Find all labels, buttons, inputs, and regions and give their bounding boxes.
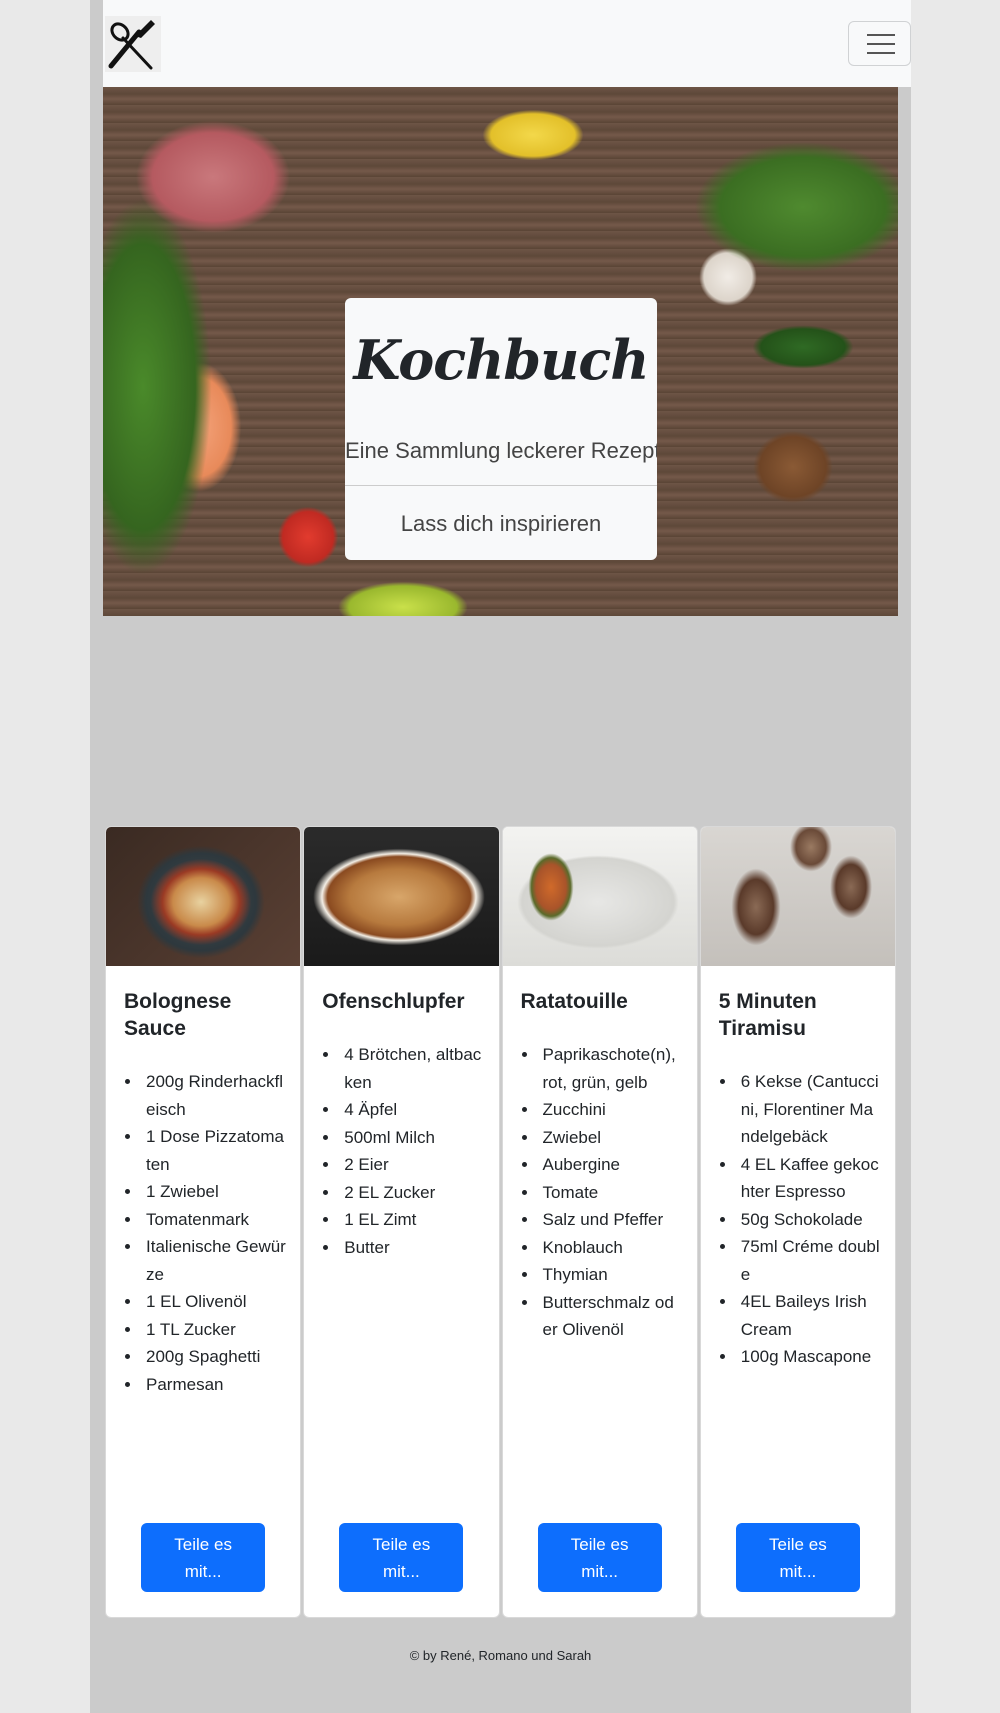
- navbar: [103, 0, 911, 87]
- recipe-title: Ofenschlupfer: [322, 990, 465, 1013]
- ingredient-item: 1 EL Zimt: [340, 1206, 484, 1234]
- recipe-image-ratatouille: [502, 827, 697, 966]
- ingredient-item: 1 Dose Pizzatomaten: [142, 1123, 286, 1178]
- hamburger-menu-icon: [867, 34, 895, 36]
- knife-spoon-logo-icon[interactable]: [105, 16, 161, 72]
- recipe-title: Ratatouille: [520, 990, 628, 1013]
- ingredient-item: Zucchini: [539, 1096, 683, 1124]
- hero-subtitle: Eine Sammlung leckerer Rezepte: [345, 438, 657, 463]
- ingredient-item: 6 Kekse (Cantuccini, Florentiner Mandelg…: [737, 1068, 881, 1151]
- hero-title: Kochbuch: [353, 328, 649, 392]
- recipe-card-ofenschlupfer: Ofenschlupfer 4 Brötchen, altbacken 4 Äp…: [303, 826, 500, 1618]
- share-button[interactable]: Teile es mit...: [141, 1523, 266, 1592]
- share-button[interactable]: Teile es mit...: [735, 1523, 860, 1592]
- footer: © by René, Romano und Sarah: [90, 1648, 911, 1663]
- ingredient-item: 4 Brötchen, altbacken: [340, 1041, 484, 1096]
- hero-card: Kochbuch Eine Sammlung leckerer Rezepte …: [345, 298, 657, 560]
- ingredient-item: 100g Mascapone: [737, 1343, 881, 1371]
- recipe-card-bolognese: Bolognese Sauce 200g Rinderhackfleisch 1…: [105, 826, 302, 1618]
- hero-cta-text[interactable]: Lass dich inspirieren: [345, 511, 657, 537]
- hero-divider: [345, 485, 657, 486]
- ingredient-item: Parmesan: [142, 1371, 286, 1399]
- ingredient-item: Butter: [340, 1234, 484, 1262]
- ingredient-item: Paprikaschote(n), rot, grün, gelb: [539, 1041, 683, 1096]
- ingredient-item: 1 Zwiebel: [142, 1178, 286, 1206]
- ingredient-item: Zwiebel: [539, 1124, 683, 1152]
- ingredient-item: 200g Spaghetti: [142, 1343, 286, 1371]
- ingredient-item: Tomatenmark: [142, 1206, 286, 1234]
- ingredient-list: 4 Brötchen, altbacken 4 Äpfel 500ml Milc…: [340, 1041, 484, 1261]
- ingredient-item: Butterschmalz oder Olivenöl: [539, 1289, 683, 1344]
- recipe-image-tiramisu: [700, 827, 895, 966]
- ingredient-item: Italienische Gewürze: [142, 1233, 286, 1288]
- ingredient-item: 1 TL Zucker: [142, 1316, 286, 1344]
- recipe-title: Bolognese Sauce: [124, 990, 232, 1040]
- ingredient-item: 500ml Milch: [340, 1124, 484, 1152]
- recipe-card-tiramisu: 5 Minuten Tiramisu 6 Kekse (Cantuccini, …: [699, 826, 896, 1618]
- recipe-image-bolognese: [106, 827, 301, 966]
- ingredient-item: Tomate: [539, 1179, 683, 1207]
- ingredient-item: Knoblauch: [539, 1234, 683, 1262]
- recipe-cards: Bolognese Sauce 200g Rinderhackfleisch 1…: [105, 826, 896, 1618]
- recipe-image-ofenschlupfer: [304, 827, 499, 966]
- share-button[interactable]: Teile es mit...: [537, 1523, 662, 1592]
- ingredient-item: Thymian: [539, 1261, 683, 1289]
- footer-credits: © by René, Romano und Sarah: [409, 1648, 592, 1663]
- ingredient-item: 2 Eier: [340, 1151, 484, 1179]
- ingredient-list: 200g Rinderhackfleisch 1 Dose Pizzatomat…: [142, 1068, 286, 1398]
- recipe-card-ratatouille: Ratatouille Paprikaschote(n), rot, grün,…: [501, 826, 698, 1618]
- ingredient-item: 200g Rinderhackfleisch: [142, 1068, 286, 1123]
- ingredient-list: Paprikaschote(n), rot, grün, gelb Zucchi…: [539, 1041, 683, 1344]
- ingredient-item: Aubergine: [539, 1151, 683, 1179]
- ingredient-item: 75ml Créme double: [737, 1233, 881, 1288]
- ingredient-list: 6 Kekse (Cantuccini, Florentiner Mandelg…: [737, 1068, 881, 1371]
- hero-banner: Kochbuch Eine Sammlung leckerer Rezepte …: [103, 87, 898, 616]
- ingredient-item: 1 EL Olivenöl: [142, 1288, 286, 1316]
- ingredient-item: 4 Äpfel: [340, 1096, 484, 1124]
- hamburger-menu-button[interactable]: [848, 21, 911, 66]
- share-button[interactable]: Teile es mit...: [339, 1523, 464, 1592]
- ingredient-item: 50g Schokolade: [737, 1206, 881, 1234]
- ingredient-item: Salz und Pfeffer: [539, 1206, 683, 1234]
- ingredient-item: 4EL Baileys Irish Cream: [737, 1288, 881, 1343]
- page-container: Kochbuch Eine Sammlung leckerer Rezepte …: [90, 0, 911, 1713]
- ingredient-item: 4 EL Kaffee gekochter Espresso: [737, 1151, 881, 1206]
- recipe-title: 5 Minuten Tiramisu: [718, 990, 817, 1040]
- ingredient-item: 2 EL Zucker: [340, 1179, 484, 1207]
